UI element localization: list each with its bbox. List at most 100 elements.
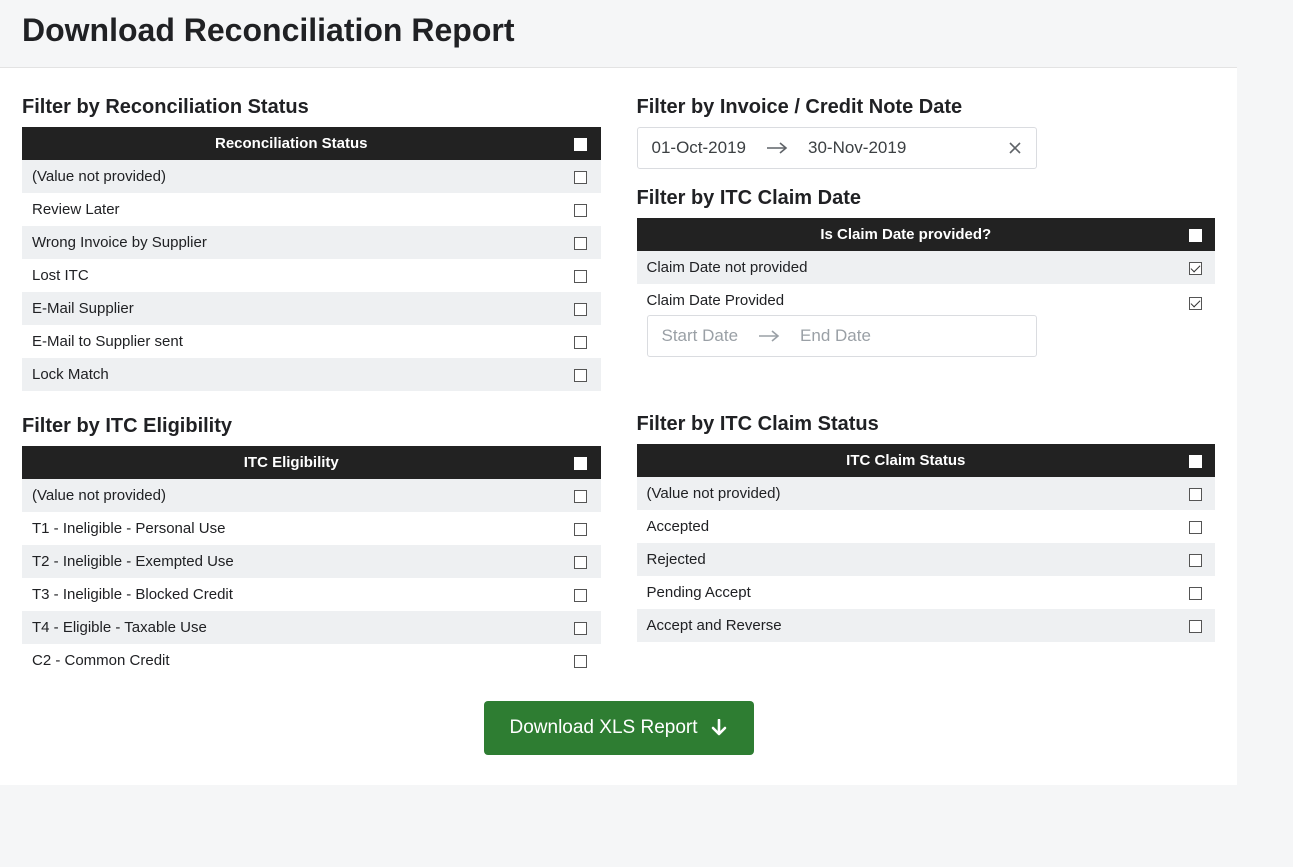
row-check-cell bbox=[561, 611, 601, 644]
download-icon bbox=[710, 719, 728, 737]
select-all-claim-status-checkbox[interactable] bbox=[1189, 455, 1202, 468]
row-check-cell bbox=[561, 578, 601, 611]
recon-status-header-check bbox=[561, 127, 601, 160]
recon-status-row-checkbox[interactable] bbox=[574, 204, 587, 217]
invoice-date-range-input[interactable]: 01-Oct-2019 30-Nov-2019 bbox=[637, 127, 1037, 169]
row-label: (Value not provided) bbox=[22, 479, 561, 512]
itc-eligibility-row-checkbox[interactable] bbox=[574, 556, 587, 569]
table-row: T2 - Ineligible - Exempted Use bbox=[22, 545, 601, 578]
claim-status-row-checkbox[interactable] bbox=[1189, 521, 1202, 534]
table-row: Claim Date not provided bbox=[637, 251, 1216, 284]
table-row: C2 - Common Credit bbox=[22, 644, 601, 677]
claim-date-start-placeholder: Start Date bbox=[662, 326, 739, 346]
select-all-eligibility-checkbox[interactable] bbox=[574, 457, 587, 470]
itc-eligibility-table: ITC Eligibility (Value not provided)T1 -… bbox=[22, 446, 601, 677]
row-label: Rejected bbox=[637, 543, 1176, 576]
download-xls-button[interactable]: Download XLS Report bbox=[484, 701, 754, 755]
claim-date-provided-label: Claim Date Provided bbox=[647, 292, 1166, 309]
itc-eligibility-row-checkbox[interactable] bbox=[574, 622, 587, 635]
table-row: Lost ITC bbox=[22, 259, 601, 292]
select-all-recon-checkbox[interactable] bbox=[574, 138, 587, 151]
row-label: Lock Match bbox=[22, 358, 561, 391]
right-column: Filter by Invoice / Credit Note Date 01-… bbox=[637, 86, 1216, 677]
row-check-cell bbox=[1175, 510, 1215, 543]
claim-status-row-checkbox[interactable] bbox=[1189, 620, 1202, 633]
claim-date-provided-checkbox[interactable] bbox=[1189, 297, 1202, 310]
recon-status-row-checkbox[interactable] bbox=[574, 237, 587, 250]
table-row: Accepted bbox=[637, 510, 1216, 543]
recon-status-title: Filter by Reconciliation Status bbox=[22, 96, 601, 119]
row-label: Pending Accept bbox=[637, 576, 1176, 609]
select-all-claim-date-checkbox[interactable] bbox=[1189, 229, 1202, 242]
row-check-cell bbox=[561, 644, 601, 677]
itc-eligibility-row-checkbox[interactable] bbox=[574, 655, 587, 668]
itc-eligibility-header: ITC Eligibility bbox=[22, 446, 561, 479]
content-area: Filter by Reconciliation Status Reconcil… bbox=[0, 68, 1237, 785]
recon-status-row-checkbox[interactable] bbox=[574, 270, 587, 283]
page-title: Download Reconciliation Report bbox=[22, 12, 1215, 49]
row-check-cell bbox=[561, 325, 601, 358]
table-row: E-Mail to Supplier sent bbox=[22, 325, 601, 358]
table-row: Rejected bbox=[637, 543, 1216, 576]
itc-eligibility-title: Filter by ITC Eligibility bbox=[22, 415, 601, 438]
row-label: Review Later bbox=[22, 193, 561, 226]
table-row: T4 - Eligible - Taxable Use bbox=[22, 611, 601, 644]
recon-status-row-checkbox[interactable] bbox=[574, 369, 587, 382]
itc-eligibility-row-checkbox[interactable] bbox=[574, 589, 587, 602]
claim-date-not-provided-label: Claim Date not provided bbox=[637, 251, 1176, 284]
recon-status-row-checkbox[interactable] bbox=[574, 336, 587, 349]
claim-status-row-checkbox[interactable] bbox=[1189, 587, 1202, 600]
claim-date-header-check bbox=[1175, 218, 1215, 251]
row-check-cell bbox=[561, 479, 601, 512]
row-label: Wrong Invoice by Supplier bbox=[22, 226, 561, 259]
claim-date-end-placeholder: End Date bbox=[800, 326, 871, 346]
row-label: E-Mail to Supplier sent bbox=[22, 325, 561, 358]
invoice-date-end: 30-Nov-2019 bbox=[808, 138, 906, 158]
table-row: Review Later bbox=[22, 193, 601, 226]
itc-eligibility-row-checkbox[interactable] bbox=[574, 523, 587, 536]
row-label: Accepted bbox=[637, 510, 1176, 543]
table-row: (Value not provided) bbox=[637, 477, 1216, 510]
itc-eligibility-row-checkbox[interactable] bbox=[574, 490, 587, 503]
claim-status-row-checkbox[interactable] bbox=[1189, 488, 1202, 501]
row-check-cell bbox=[561, 358, 601, 391]
row-check-cell bbox=[561, 292, 601, 325]
recon-status-row-checkbox[interactable] bbox=[574, 303, 587, 316]
row-check-cell bbox=[561, 193, 601, 226]
claim-date-table: Is Claim Date provided? Claim Date not p… bbox=[637, 218, 1216, 365]
download-button-wrap: Download XLS Report bbox=[22, 701, 1215, 755]
left-column: Filter by Reconciliation Status Reconcil… bbox=[22, 86, 601, 677]
recon-status-table: Reconciliation Status (Value not provide… bbox=[22, 127, 601, 391]
table-row: Accept and Reverse bbox=[637, 609, 1216, 642]
claim-date-range-input[interactable]: Start Date End Date bbox=[647, 315, 1037, 357]
row-label: T3 - Ineligible - Blocked Credit bbox=[22, 578, 561, 611]
row-label: T2 - Ineligible - Exempted Use bbox=[22, 545, 561, 578]
table-row: Claim Date Provided Start Date End Date bbox=[637, 284, 1216, 365]
row-label: E-Mail Supplier bbox=[22, 292, 561, 325]
arrow-right-icon bbox=[766, 141, 788, 155]
row-check-cell bbox=[1175, 576, 1215, 609]
table-row: E-Mail Supplier bbox=[22, 292, 601, 325]
invoice-date-title: Filter by Invoice / Credit Note Date bbox=[637, 96, 1216, 119]
row-check-cell bbox=[561, 545, 601, 578]
columns-wrapper: Filter by Reconciliation Status Reconcil… bbox=[22, 86, 1215, 677]
claim-status-row-checkbox[interactable] bbox=[1189, 554, 1202, 567]
claim-date-not-provided-checkbox[interactable] bbox=[1189, 262, 1202, 275]
page: Download Reconciliation Report Filter by… bbox=[0, 0, 1237, 785]
row-check-cell bbox=[561, 226, 601, 259]
table-row: (Value not provided) bbox=[22, 160, 601, 193]
itc-eligibility-header-check bbox=[561, 446, 601, 479]
claim-date-provided-cell: Claim Date Provided Start Date End Date bbox=[637, 284, 1176, 365]
row-label: T4 - Eligible - Taxable Use bbox=[22, 611, 561, 644]
table-row: T1 - Ineligible - Personal Use bbox=[22, 512, 601, 545]
row-check-cell bbox=[1175, 543, 1215, 576]
row-check-cell bbox=[1175, 609, 1215, 642]
claim-status-title: Filter by ITC Claim Status bbox=[637, 413, 1216, 436]
recon-status-row-checkbox[interactable] bbox=[574, 171, 587, 184]
invoice-date-start: 01-Oct-2019 bbox=[652, 138, 747, 158]
table-row: Pending Accept bbox=[637, 576, 1216, 609]
close-icon[interactable] bbox=[1008, 141, 1022, 155]
row-check-cell bbox=[1175, 477, 1215, 510]
row-label: Lost ITC bbox=[22, 259, 561, 292]
claim-status-header-check bbox=[1175, 444, 1215, 477]
